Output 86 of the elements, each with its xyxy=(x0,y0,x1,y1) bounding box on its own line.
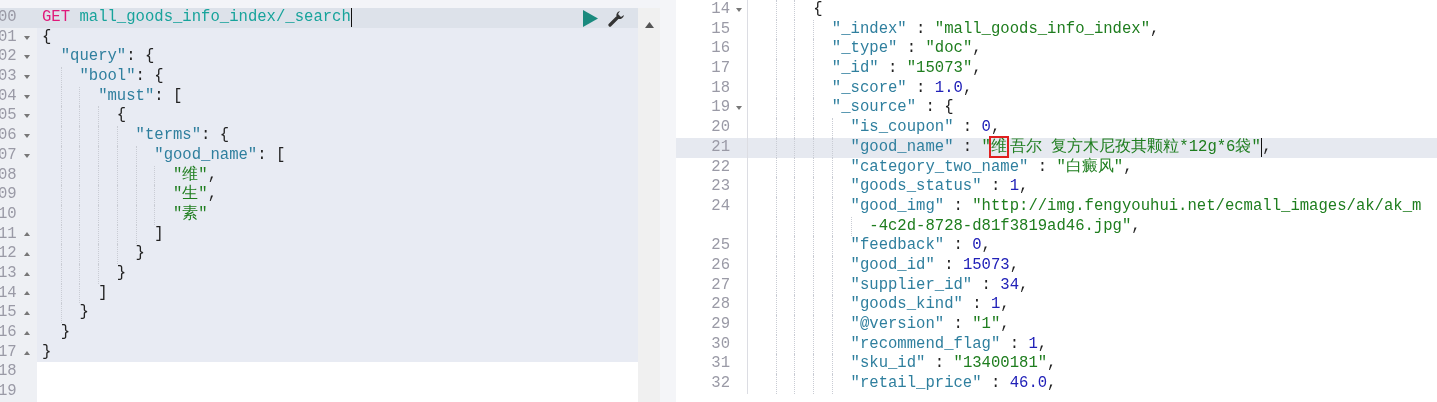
code-line: "_index" : "mall_goods_info_index", xyxy=(830,19,1160,38)
line-number: 22 xyxy=(711,157,730,178)
line-number: 23 xyxy=(711,177,730,197)
code-line: } xyxy=(42,342,52,361)
code-line: "goods_kind" : 1, xyxy=(849,295,1010,314)
code-line: "category_two_name" : "白癜风", xyxy=(849,157,1133,176)
code-line: "feedback" : 0, xyxy=(849,236,991,255)
line-number: 15 xyxy=(0,303,18,323)
code-line: -4c2d-8728-d81f3819ad46.jpg", xyxy=(868,216,1141,235)
line-number: 12 xyxy=(0,244,18,264)
line-number: 13 xyxy=(0,263,18,284)
line-number: 15 xyxy=(711,19,730,40)
line-number: 17 xyxy=(0,342,18,363)
code-line: } xyxy=(59,323,71,341)
collapse-arrow-icon[interactable] xyxy=(24,55,30,60)
code-line: "_id" : "15073", xyxy=(830,59,982,78)
code-line: GET mall_goods_info_index/_search xyxy=(42,8,353,26)
collapse-arrow-icon[interactable] xyxy=(24,153,30,158)
line-number: 20 xyxy=(711,118,730,138)
code-line: "@version" : "1", xyxy=(849,315,1010,333)
code-line: } xyxy=(115,263,127,282)
code-line: "素" xyxy=(172,204,208,223)
code-line: } xyxy=(134,244,145,263)
line-number: 32 xyxy=(711,374,730,394)
line-number: 16 xyxy=(711,39,730,60)
line-number: 31 xyxy=(711,354,730,375)
code-line: "good_img" : "http://img.fengyouhui.net/ecmall_images/ak/ak_m xyxy=(849,196,1422,215)
wrench-icon[interactable] xyxy=(608,9,626,27)
expand-arrow-icon[interactable] xyxy=(24,311,30,316)
code-line: { xyxy=(42,27,52,46)
expand-arrow-icon[interactable] xyxy=(24,330,30,335)
line-number: 14 xyxy=(711,0,730,20)
code-line: "goods_status" : 1, xyxy=(849,177,1029,196)
collapse-arrow-icon[interactable] xyxy=(24,94,30,99)
expand-arrow-icon[interactable] xyxy=(24,350,30,355)
code-line: "sku_id" : "13400181", xyxy=(849,354,1057,373)
line-number: 21 xyxy=(711,137,730,158)
collapse-arrow-icon[interactable] xyxy=(24,114,30,119)
code-line: ] xyxy=(97,283,108,302)
code-line: "good_name": [ xyxy=(153,145,286,164)
code-line: { xyxy=(812,0,823,18)
code-line: "good_id" : 15073, xyxy=(849,255,1020,274)
line-number: 14 xyxy=(0,283,18,304)
expand-arrow-icon[interactable] xyxy=(24,232,30,237)
code-line: "query": { xyxy=(59,47,155,66)
code-line: "_type" : "doc", xyxy=(830,39,982,58)
line-number: 19 xyxy=(0,382,18,402)
play-icon[interactable] xyxy=(583,9,598,27)
code-line: "recommend_flag" : 1, xyxy=(849,334,1048,353)
code-line: "生", xyxy=(172,185,218,204)
collapse-arrow-icon[interactable] xyxy=(24,133,30,138)
code-line: ] xyxy=(153,224,164,243)
line-number: 16 xyxy=(0,323,18,343)
collapse-arrow-icon[interactable] xyxy=(736,106,742,111)
line-number: 26 xyxy=(711,255,730,276)
collapse-arrow-icon[interactable] xyxy=(736,8,742,12)
expand-arrow-icon[interactable] xyxy=(24,271,30,276)
scroll-up-arrow-icon[interactable] xyxy=(644,22,654,28)
line-number: 18 xyxy=(0,362,18,383)
code-line: "must": [ xyxy=(97,86,183,105)
code-line: "retail_price" : 46.0, xyxy=(849,374,1057,393)
expand-arrow-icon[interactable] xyxy=(24,291,30,296)
line-number: 10 xyxy=(0,204,18,225)
code-line: } xyxy=(78,303,89,322)
code-line: "bool": { xyxy=(78,67,164,86)
line-number: 29 xyxy=(711,315,730,335)
code-line: { xyxy=(115,106,127,125)
code-line: "is_coupon" : 0, xyxy=(849,118,1001,137)
line-number: 27 xyxy=(711,275,730,296)
code-line: "_score" : 1.0, xyxy=(830,78,973,97)
line-number: 24 xyxy=(711,196,730,217)
line-number: 25 xyxy=(711,236,730,256)
code-line: "维", xyxy=(172,165,218,184)
line-number: 28 xyxy=(711,295,730,315)
line-number: 30 xyxy=(711,334,730,355)
code-line: "supplier_id" : 34, xyxy=(849,275,1029,294)
code-line: "terms": { xyxy=(134,126,230,145)
line-number: 19 xyxy=(711,98,730,119)
expand-arrow-icon[interactable] xyxy=(24,252,30,257)
collapse-arrow-icon[interactable] xyxy=(24,74,30,79)
line-number: 11 xyxy=(0,224,18,245)
line-number: 18 xyxy=(711,78,730,99)
code-line: "_source" : { xyxy=(830,98,954,117)
code-line: "good_name" : "维 吾尔 复方木尼孜其颗粒*12g*6袋", xyxy=(849,137,1272,156)
line-number: 17 xyxy=(711,59,730,79)
collapse-arrow-icon[interactable] xyxy=(24,35,30,40)
